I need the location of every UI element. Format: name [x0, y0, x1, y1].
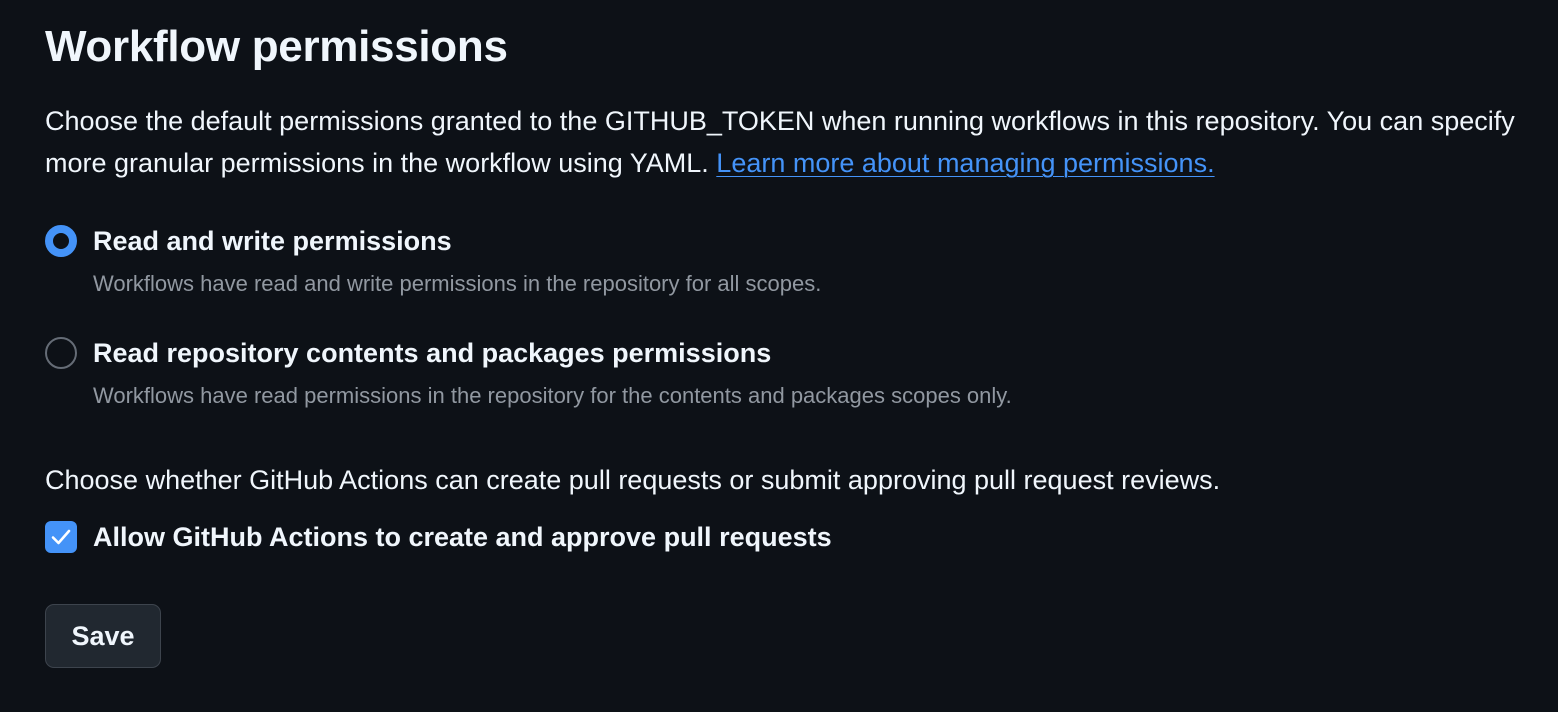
learn-more-link[interactable]: Learn more about managing permissions. — [716, 148, 1214, 178]
section-description: Choose the default permissions granted t… — [45, 100, 1535, 184]
radio-option-description: Workflows have read and write permission… — [93, 271, 822, 296]
radio-button-unchecked[interactable] — [45, 337, 77, 369]
checkmark-icon — [51, 529, 71, 545]
save-button[interactable]: Save — [45, 604, 161, 668]
radio-option-label[interactable]: Read repository contents and packages pe… — [93, 334, 771, 372]
radio-button-checked[interactable] — [45, 225, 77, 257]
allow-pr-checkbox-label[interactable]: Allow GitHub Actions to create and appro… — [93, 518, 832, 556]
allow-pr-checkbox[interactable] — [45, 521, 77, 553]
allow-pr-checkbox-row[interactable]: Allow GitHub Actions to create and appro… — [45, 518, 945, 556]
pull-request-question: Choose whether GitHub Actions can create… — [45, 465, 1221, 495]
section-title: Workflow permissions — [45, 22, 508, 71]
radio-option-label[interactable]: Read and write permissions — [93, 222, 452, 260]
radio-option-description: Workflows have read permissions in the r… — [93, 383, 1012, 408]
